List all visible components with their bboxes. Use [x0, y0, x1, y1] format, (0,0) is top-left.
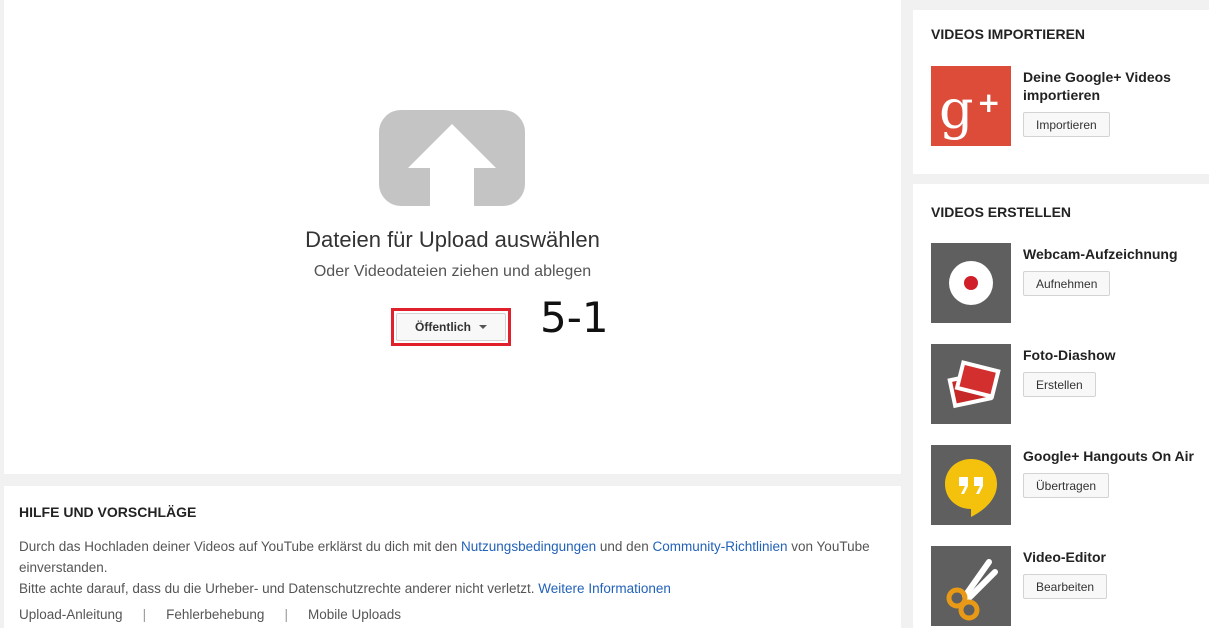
webcam-item: Webcam-Aufzeichnung Aufnehmen: [931, 243, 1201, 323]
link-separator: |: [142, 607, 147, 622]
webcam-title: Webcam-Aufzeichnung: [1023, 246, 1178, 262]
help-panel: HILFE UND VORSCHLÄGE Durch das Hochladen…: [4, 486, 901, 628]
slideshow-title: Foto-Diashow: [1023, 347, 1116, 363]
upload-title: Dateien für Upload auswählen: [305, 227, 600, 252]
terms-text-mid: und den: [596, 539, 653, 554]
privacy-dropdown-button[interactable]: Öffentlich: [396, 313, 506, 341]
link-separator: |: [284, 607, 288, 622]
svg-text:+: +: [977, 86, 1000, 119]
import-item-title: Deine Google+ Videos importieren: [1023, 69, 1171, 103]
terms-text-start: Durch das Hochladen deiner Videos auf Yo…: [19, 539, 462, 554]
guidelines-link[interactable]: Community-Richtlinien: [652, 539, 787, 554]
photo-slideshow-icon[interactable]: [931, 344, 1011, 424]
hangouts-icon[interactable]: [931, 445, 1011, 525]
terms-link[interactable]: Nutzungsbedingungen: [461, 539, 596, 554]
import-item: g + Deine Google+ Videos importieren Imp…: [931, 66, 1201, 146]
create-heading: VIDEOS ERSTELLEN: [931, 204, 1072, 220]
edit-button[interactable]: Bearbeiten: [1023, 574, 1108, 599]
import-heading: VIDEOS IMPORTIEREN: [931, 26, 1086, 42]
google-plus-icon[interactable]: g +: [931, 66, 1011, 146]
scissors-icon[interactable]: [931, 546, 1011, 626]
privacy-highlight-box: Öffentlich: [391, 308, 511, 346]
hangouts-item: Google+ Hangouts On Air Übertragen: [931, 445, 1201, 525]
svg-text:g: g: [939, 78, 974, 141]
editor-title: Video-Editor: [1023, 549, 1106, 565]
slideshow-item: Foto-Diashow Erstellen: [931, 344, 1201, 424]
upload-panel[interactable]: Dateien für Upload auswählen Oder Videod…: [4, 0, 901, 474]
step-annotation: 5-1: [534, 292, 615, 344]
webcam-record-icon[interactable]: [931, 243, 1011, 323]
import-section: VIDEOS IMPORTIEREN g + Deine Google+ Vid…: [913, 10, 1209, 174]
upload-subtitle: Oder Videodateien ziehen und ablegen: [313, 263, 592, 280]
privacy-dropdown-label: Öffentlich: [415, 320, 471, 334]
copyright-text: Bitte achte darauf, dass du die Urheber-…: [19, 581, 539, 596]
create-section: VIDEOS ERSTELLEN Webcam-Aufzeichnung Auf…: [913, 184, 1209, 628]
help-heading: HILFE UND VORSCHLÄGE: [19, 504, 197, 520]
record-button[interactable]: Aufnehmen: [1023, 271, 1111, 296]
help-links: Upload-Anleitung | Fehlerbehebung | Mobi…: [19, 607, 886, 622]
import-button[interactable]: Importieren: [1023, 112, 1110, 137]
chevron-down-icon: [479, 325, 487, 329]
create-slideshow-button[interactable]: Erstellen: [1023, 372, 1096, 397]
editor-item: Video-Editor Bearbeiten: [931, 546, 1201, 626]
troubleshooting-link[interactable]: Fehlerbehebung: [166, 607, 264, 622]
help-text: Durch das Hochladen deiner Videos auf Yo…: [19, 536, 886, 599]
upload-arrow-icon[interactable]: [379, 110, 525, 206]
hangouts-title: Google+ Hangouts On Air: [1023, 448, 1194, 464]
upload-guide-link[interactable]: Upload-Anleitung: [19, 607, 123, 622]
broadcast-button[interactable]: Übertragen: [1023, 473, 1110, 498]
mobile-uploads-link[interactable]: Mobile Uploads: [308, 607, 401, 622]
more-info-link[interactable]: Weitere Informationen: [538, 581, 671, 596]
